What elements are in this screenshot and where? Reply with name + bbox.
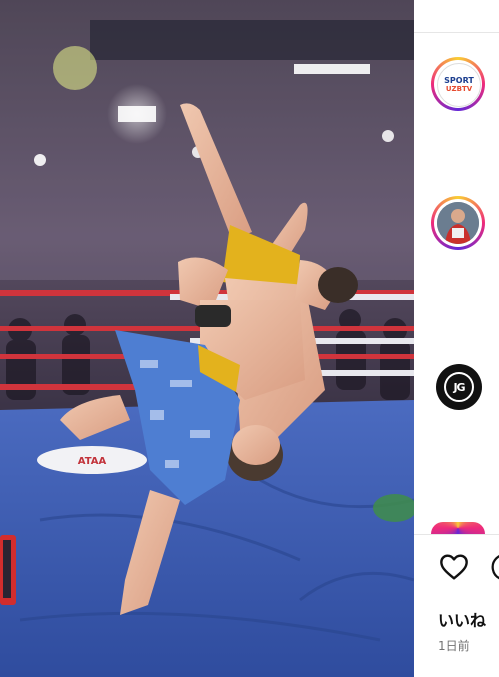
- account-avatar-jg[interactable]: JG: [436, 364, 482, 410]
- sport-uzbtv-logo: SPORT UZBTV: [437, 63, 481, 107]
- likes-label[interactable]: いいね: [438, 607, 486, 631]
- account-avatar-fighter[interactable]: [431, 196, 485, 250]
- divider: [414, 32, 499, 33]
- account-avatar-partial[interactable]: [431, 522, 485, 534]
- like-button[interactable]: [438, 551, 470, 583]
- heart-icon: [440, 554, 468, 580]
- fighter-photo-avatar: [437, 202, 479, 244]
- svg-text:ATAA: ATAA: [78, 456, 107, 467]
- comment-button[interactable]: [490, 551, 499, 583]
- right-sidebar: SPORT UZBTV JG いいね 1日前: [414, 0, 499, 677]
- account-avatar-sport-uzbtv[interactable]: SPORT UZBTV: [431, 57, 485, 111]
- divider: [414, 534, 499, 535]
- comment-icon: [491, 555, 499, 580]
- post-media[interactable]: ATAA: [0, 0, 414, 677]
- post-photo: ATAA: [0, 0, 414, 677]
- jg-logo-icon: JG: [444, 372, 474, 402]
- post-time-ago[interactable]: 1日前: [438, 637, 470, 654]
